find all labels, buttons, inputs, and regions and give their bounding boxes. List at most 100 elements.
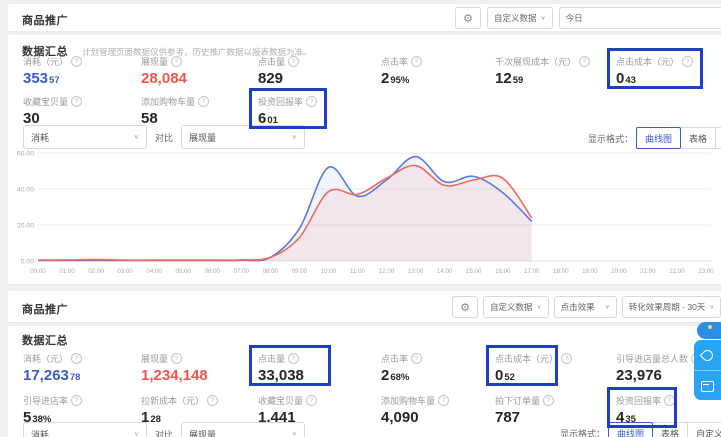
chevron-down-icon: ∨ [134,134,139,140]
metric-cell: 千次展现成本（元）? 1259 [495,55,616,88]
info-icon[interactable]: ? [579,56,590,67]
metric-label: 千次展现成本（元）? [495,55,616,68]
conversion-period-select[interactable]: 转化效果周期 - 30天 ∨ [622,296,721,318]
svg-text:01:00: 01:00 [59,268,75,275]
click-effect-select[interactable]: 点击效果 ∨ [554,296,617,318]
info-icon[interactable]: ? [306,96,317,107]
info-icon[interactable]: ? [71,395,82,406]
format-segmented: 曲线图表格自定义指标? [637,127,721,149]
info-icon[interactable]: ? [438,395,449,406]
trend-chart[interactable]: 0.0020.0040.0060.0000:0001:0002:0003:000… [8,147,721,281]
metric-cell: 展现量?1,234,148 [141,352,258,385]
metric-value: 295% [381,71,495,88]
gear-icon[interactable]: ⚙ [455,7,481,29]
info-icon[interactable]: ? [306,395,317,406]
info-icon[interactable]: ? [543,395,554,406]
metric-select[interactable]: 消耗 ∨ [23,125,147,149]
info-icon[interactable]: ? [682,56,693,67]
chevron-down-icon: ∨ [605,304,610,310]
svg-text:09:00: 09:00 [292,268,308,275]
metric-cell: 点击量?33,038 [258,352,381,385]
info-icon[interactable]: ? [71,96,82,107]
date-picker[interactable]: 今日 [559,7,721,29]
format-mode-table[interactable]: 表格 [680,127,716,149]
info-icon[interactable]: ? [71,56,82,67]
svg-text:17:00: 17:00 [524,268,540,275]
info-icon[interactable]: ? [171,56,182,67]
service-mascot-icon[interactable] [697,322,721,339]
metric-select[interactable]: 消耗 ∨ [23,422,147,437]
svg-text:04:00: 04:00 [146,268,162,275]
svg-text:15:00: 15:00 [466,268,482,275]
format-mode-curve[interactable]: 曲线图 [608,422,653,437]
gear-icon[interactable]: ⚙ [452,296,478,318]
metric-label: 引导进店率? [23,394,141,407]
chevron-down-icon: ∨ [541,15,546,21]
chart-metric-controls: 消耗 ∨ 对比 展现量 ∨ [23,422,305,437]
metric-cell: 收藏宝贝量?30 [23,95,141,128]
metric-value: 17,26378 [23,368,141,385]
info-icon[interactable]: ? [207,395,218,406]
compare-select[interactable]: 展现量 ∨ [181,125,305,149]
chevron-down-icon: ∨ [292,431,297,437]
svg-text:20.00: 20.00 [17,223,34,230]
svg-text:07:00: 07:00 [234,268,250,275]
display-format: 显示格式： 曲线图表格自定义指标? [588,127,721,149]
svg-text:22:00: 22:00 [669,268,685,275]
info-icon[interactable]: ? [198,96,209,107]
info-icon[interactable]: ? [664,395,675,406]
vs-label: 对比 [155,428,173,437]
panel2-toolbar: ⚙ 自定义数据 ∨ 点击效果 ∨ 转化效果周期 - 30天 ∨ 2019-12-… [452,296,721,318]
info-icon[interactable]: ? [288,353,299,364]
metric-cell: 点击成本（元）?043 [616,55,721,88]
info-icon[interactable]: ? [411,353,422,364]
metrics-row: 消耗（元）?17,26378展现量?1,234,148点击量?33,038点击率… [23,352,721,385]
chevron-down-icon: ∨ [709,304,714,310]
metric-label: 投资回报率? [258,95,381,108]
metric-cell: 点击率?268% [381,352,495,385]
metric-value: 1,234,148 [141,368,258,385]
svg-text:0.00: 0.00 [21,259,34,266]
metric-value: 052 [495,368,616,385]
metric-cell: 点击率?295% [381,55,495,88]
info-icon[interactable]: ? [288,56,299,67]
metrics-row: 收藏宝贝量?30添加购物车量?58投资回报率?601 [23,95,721,128]
metrics-row: 消耗（元）?35357展现量?28,084点击量?829点击率?295%千次展现… [23,55,721,88]
svg-text:20:00: 20:00 [611,268,627,275]
custom-data-select[interactable]: 自定义数据 ∨ [483,296,549,318]
svg-text:10:00: 10:00 [321,268,337,275]
metric-cell: 添加购物车量?4,090 [381,394,495,427]
custom-data-select[interactable]: 自定义数据 ∨ [487,7,553,29]
metric-cell: 消耗（元）?35357 [23,55,141,88]
svg-text:11:00: 11:00 [350,268,366,275]
info-icon[interactable]: ? [171,353,182,364]
message-drop-icon[interactable] [694,340,721,370]
info-icon[interactable]: ? [71,353,82,364]
line-chart-svg: 0.0020.0040.0060.0000:0001:0002:0003:000… [8,147,721,281]
compare-select[interactable]: 展现量 ∨ [181,422,305,437]
info-icon[interactable]: ? [411,56,422,67]
svg-text:00:00: 00:00 [30,268,46,275]
metric-label: 点击成本（元）? [616,55,721,68]
metric-label: 展现量? [141,55,258,68]
metric-label: 添加购物车量? [141,95,258,108]
metric-value: 35357 [23,71,141,88]
floating-service-widget [694,340,721,400]
metric-value: 268% [381,368,495,385]
chat-card-icon[interactable] [694,370,721,401]
svg-text:14:00: 14:00 [437,268,453,275]
metric-value: 1259 [495,71,616,88]
chevron-down-icon: ∨ [134,431,139,437]
info-icon[interactable]: ? [561,353,572,364]
chart-metric-controls: 消耗 ∨ 对比 展现量 ∨ [23,125,305,149]
metric-label: 收藏宝贝量? [258,394,381,407]
format-mode-custom[interactable]: 自定义指标? [687,422,721,437]
format-mode-curve[interactable]: 曲线图 [636,127,681,149]
metric-label: 收藏宝贝量? [23,95,141,108]
svg-text:06:00: 06:00 [205,268,221,275]
metric-value: 28,084 [141,71,258,88]
chevron-down-icon: ∨ [537,304,542,310]
metric-label: 点击量? [258,352,381,365]
format-mode-table[interactable]: 表格 [652,422,688,437]
format-mode-custom[interactable]: 自定义指标? [715,127,721,149]
